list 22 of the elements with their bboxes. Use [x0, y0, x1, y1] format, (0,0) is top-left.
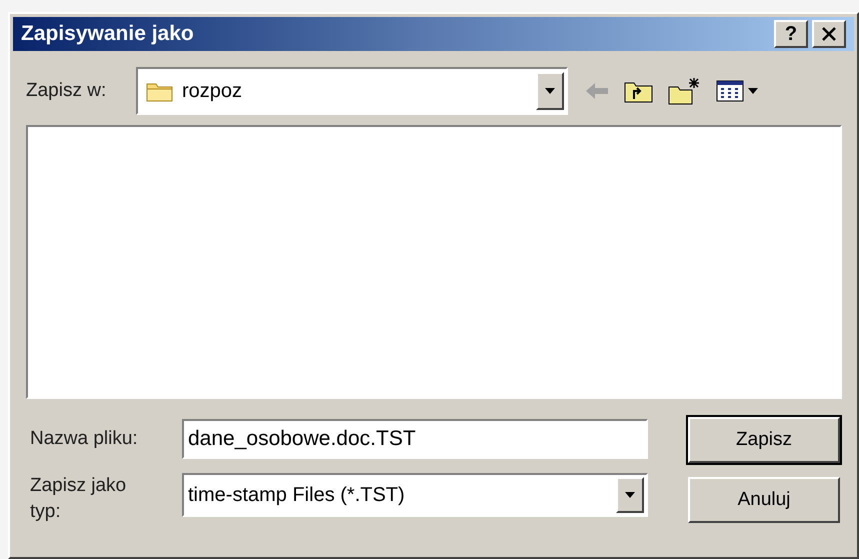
left-arrow-icon: [584, 81, 610, 101]
file-type-label: Zapisz jako typ:: [30, 474, 128, 524]
file-name-field[interactable]: dane_osobowe.doc.TST: [182, 419, 648, 459]
dropdown-button[interactable]: [616, 477, 644, 513]
help-button[interactable]: ?: [774, 20, 808, 48]
list-view-icon: [716, 80, 744, 102]
location-value: rozpoz: [182, 79, 244, 104]
dropdown-button[interactable]: [536, 72, 564, 110]
cancel-button[interactable]: Anuluj: [688, 477, 840, 523]
file-name-label: Nazwa pliku:: [30, 426, 139, 451]
location-label: Zapisz w:: [26, 78, 108, 103]
file-type-dropdown[interactable]: time-stamp Files (*.TST): [182, 473, 648, 517]
new-folder-icon: [668, 77, 702, 105]
caret-icon: [625, 492, 635, 498]
close-icon: [821, 26, 837, 42]
close-button[interactable]: [812, 20, 846, 48]
window-title: Zapisywanie jako: [21, 21, 194, 48]
save-button[interactable]: Zapisz: [688, 417, 840, 463]
caret-icon: [748, 88, 758, 94]
location-dropdown[interactable]: rozpoz: [136, 67, 568, 115]
caret-icon: [545, 88, 555, 94]
file-type-value: time-stamp Files (*.TST): [188, 483, 406, 508]
